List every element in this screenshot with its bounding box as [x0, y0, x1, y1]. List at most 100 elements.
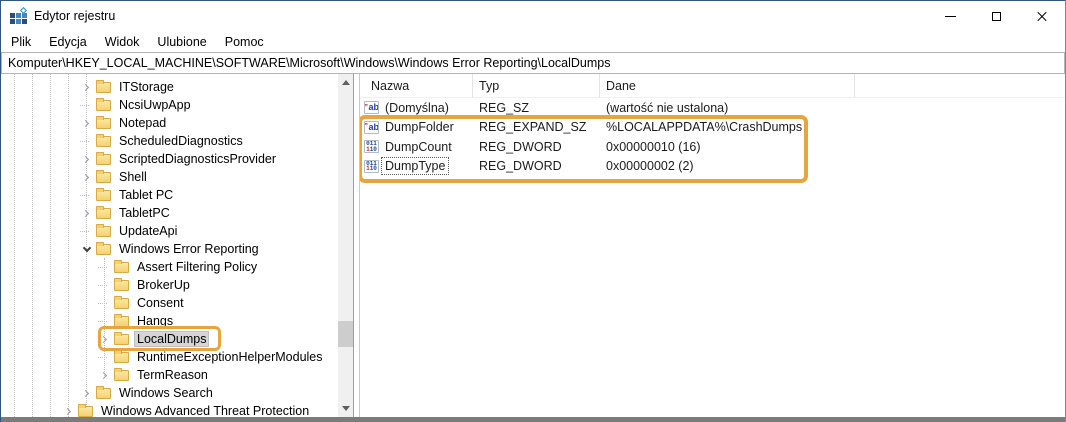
values-header: Nazwa Typ Dane	[360, 74, 1065, 98]
chevron-right-icon[interactable]	[61, 404, 76, 417]
tree-item-label: Consent	[137, 296, 184, 310]
tree-item-assert-filtering-policy[interactable]: Assert Filtering Policy	[1, 258, 338, 276]
title-bar: Edytor rejestru	[1, 1, 1065, 31]
tree-connector	[97, 350, 112, 364]
main-area: ITStorage NcsiUwpApp Notepad ScheduledDiagn…	[1, 74, 1065, 417]
tree-item-label: TabletPC	[119, 206, 170, 220]
tree-item-windows-error-reporting[interactable]: Windows Error Reporting	[1, 240, 338, 258]
scrollbar-up-button[interactable]	[338, 74, 353, 91]
tree-item-tabletpc[interactable]: TabletPC	[1, 204, 338, 222]
address-bar[interactable]: Komputer\HKEY_LOCAL_MACHINE\SOFTWARE\Mic…	[1, 52, 1065, 74]
folder-icon	[96, 116, 111, 129]
tree-connector	[79, 98, 94, 112]
chevron-right-icon[interactable]	[79, 116, 94, 130]
folder-icon	[96, 170, 111, 183]
value-data: (wartość nie ustalona)	[606, 100, 729, 115]
tree-item-ncsiuwpapp[interactable]: NcsiUwpApp	[1, 96, 338, 114]
tree-item-label: ITStorage	[119, 80, 174, 94]
tree-item-localdumps[interactable]: LocalDumps	[1, 330, 338, 348]
folder-icon	[114, 260, 129, 273]
tree-item-itstorage[interactable]: ITStorage	[1, 78, 338, 96]
value-row-dumpcount[interactable]: 011 110 DumpCount REG_DWORD 0x00000010 (16)	[360, 137, 1065, 157]
value-name-cell: 011 110 DumpCount	[360, 139, 473, 155]
tree-item-termreason[interactable]: TermReason	[1, 366, 338, 384]
tree-item-brokerup[interactable]: BrokerUp	[1, 276, 338, 294]
values-rows: ” ab (Domyślna) REG_SZ (wartość nie ustalona…	[360, 98, 1065, 176]
menu-bar: Plik Edycja Widok Ulubione Pomoc	[1, 31, 1065, 52]
tree-item-hangs[interactable]: Hangs	[1, 312, 338, 330]
chevron-right-icon[interactable]	[79, 206, 94, 220]
bottom-border	[1, 417, 1065, 422]
value-data: %LOCALAPPDATA%\CrashDumps	[606, 120, 803, 135]
tree-item-updateapi[interactable]: UpdateApi	[1, 222, 338, 240]
values-pane: Nazwa Typ Dane ” ab (Domyślna) REG_SZ (warto…	[360, 74, 1065, 417]
minimize-icon	[944, 15, 956, 17]
folder-icon	[96, 80, 111, 93]
scroll-up-icon	[341, 80, 350, 85]
menu-item-ulubione[interactable]: Ulubione	[148, 33, 215, 51]
folder-icon	[114, 278, 129, 291]
tree-item-consent[interactable]: Consent	[1, 294, 338, 312]
column-header-dane[interactable]: Dane	[600, 74, 855, 97]
tree-item-label: Windows Error Reporting	[119, 242, 259, 256]
close-button[interactable]	[1019, 1, 1065, 31]
chevron-right-icon[interactable]	[79, 80, 94, 94]
column-header-nazwa[interactable]: Nazwa	[360, 74, 473, 97]
folder-icon	[96, 188, 111, 201]
tree-item-label: Hangs	[137, 314, 174, 328]
tree-item-label: NcsiUwpApp	[119, 98, 191, 112]
menu-item-edycja[interactable]: Edycja	[40, 33, 96, 51]
tree-connector	[79, 134, 94, 148]
tree-item-label: ScriptedDiagnosticsProvider	[119, 152, 277, 166]
minimize-button[interactable]	[927, 1, 973, 31]
value-name-cell: 011 110 DumpType	[360, 157, 473, 176]
folder-icon	[96, 242, 111, 255]
tree-vertical-scrollbar[interactable]	[338, 74, 353, 417]
tree-item-runtimeexceptionhelpermodules[interactable]: RuntimeExceptionHelperModules	[1, 348, 338, 366]
value-row--domy-lna-[interactable]: ” ab (Domyślna) REG_SZ (wartość nie ustalona…	[360, 98, 1065, 118]
tree-connector	[79, 224, 94, 238]
tree-rows: ITStorage NcsiUwpApp Notepad ScheduledDiagn…	[1, 74, 338, 417]
tree-item-scheduleddiagnostics[interactable]: ScheduledDiagnostics	[1, 132, 338, 150]
scrollbar-thumb[interactable]	[338, 321, 353, 347]
tree-item-label: Notepad	[119, 116, 167, 130]
value-data: 0x00000010 (16)	[606, 139, 701, 154]
menu-item-plik[interactable]: Plik	[2, 33, 40, 51]
tree-item-notepad[interactable]: Notepad	[1, 114, 338, 132]
tree-item-label: BrokerUp	[137, 278, 190, 292]
chevron-right-icon[interactable]	[97, 368, 112, 382]
tree-item-label: Tablet PC	[119, 188, 174, 202]
folder-icon	[96, 134, 111, 147]
column-header-typ[interactable]: Typ	[473, 74, 600, 97]
scrollbar-down-button[interactable]	[338, 400, 353, 417]
folder-icon	[78, 404, 93, 417]
value-row-dumptype[interactable]: 011 110 DumpType REG_DWORD 0x00000002 (2)	[360, 157, 1065, 177]
string-value-icon: ” ab	[364, 120, 379, 134]
value-row-dumpfolder[interactable]: ” ab DumpFolder REG_EXPAND_SZ %LOCALAPPDATA%…	[360, 118, 1065, 138]
folder-icon	[114, 368, 129, 381]
maximize-button[interactable]	[973, 1, 1019, 31]
dword-value-icon: 011 110	[364, 159, 379, 173]
dword-value-icon: 011 110	[364, 140, 379, 154]
tree-item-windows-advanced-threat-protection[interactable]: Windows Advanced Threat Protection	[1, 402, 338, 417]
tree-item-label: Assert Filtering Policy	[137, 260, 258, 274]
folder-icon	[96, 386, 111, 399]
menu-item-widok[interactable]: Widok	[96, 33, 149, 51]
pane-divider[interactable]	[353, 74, 360, 417]
registry-editor-window: Edytor rejestru Plik Edycja Widok Ulubione P…	[0, 0, 1066, 422]
address-path: Komputer\HKEY_LOCAL_MACHINE\SOFTWARE\Mic…	[8, 56, 611, 70]
tree-item-shell[interactable]: Shell	[1, 168, 338, 186]
chevron-right-icon[interactable]	[79, 386, 94, 400]
chevron-down-icon[interactable]	[79, 242, 94, 256]
tree-item-label: ScheduledDiagnostics	[119, 134, 243, 148]
tree-item-tablet-pc[interactable]: Tablet PC	[1, 186, 338, 204]
tree-item-windows-search[interactable]: Windows Search	[1, 384, 338, 402]
tree-item-scripteddiagnosticsprovider[interactable]: ScriptedDiagnosticsProvider	[1, 150, 338, 168]
chevron-right-icon[interactable]	[79, 170, 94, 184]
menu-item-pomoc[interactable]: Pomoc	[216, 33, 273, 51]
tree-item-label: Windows Advanced Threat Protection	[101, 404, 310, 417]
chevron-right-icon[interactable]	[79, 152, 94, 166]
chevron-right-icon[interactable]	[97, 332, 112, 346]
tree-connector	[97, 278, 112, 292]
value-name: DumpType	[380, 157, 450, 176]
